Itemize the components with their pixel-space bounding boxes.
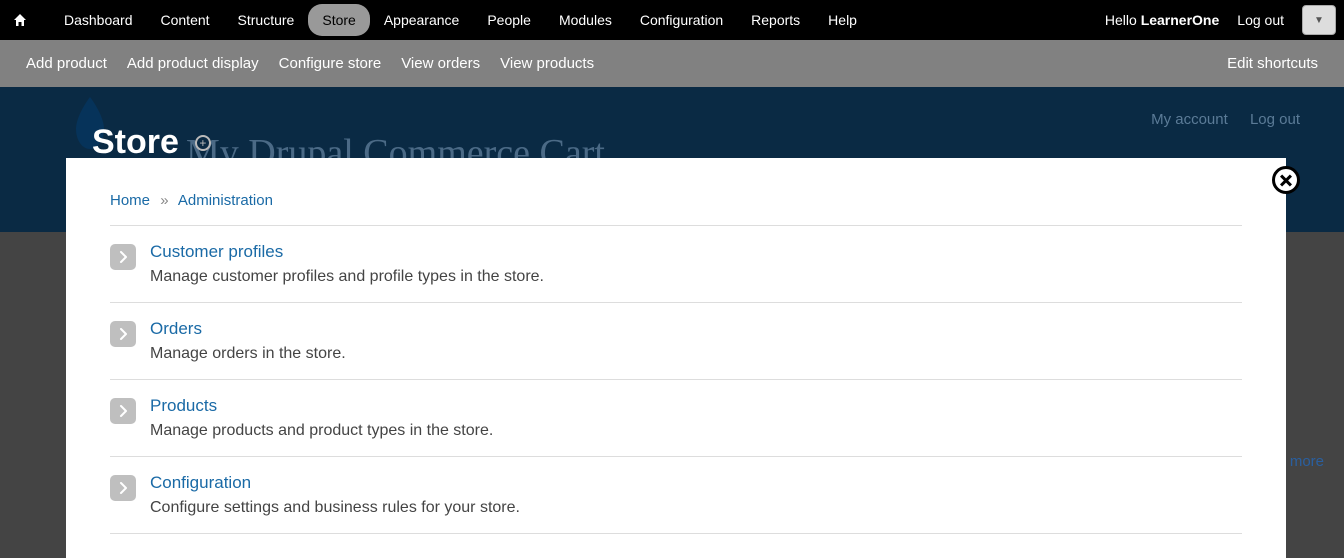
menu-configuration[interactable]: Configuration — [626, 4, 737, 36]
hello-user[interactable]: Hello LearnerOne — [1105, 12, 1237, 28]
breadcrumb: Home » Administration — [110, 192, 1242, 209]
menu-modules[interactable]: Modules — [545, 4, 626, 36]
add-shortcut-icon[interactable]: + — [195, 135, 211, 151]
admin-list: Customer profiles Manage customer profil… — [110, 225, 1242, 534]
list-item: Customer profiles Manage customer profil… — [110, 226, 1242, 303]
shortcut-bar: Add product Add product display Configur… — [0, 40, 1344, 87]
shortcut-view-products[interactable]: View products — [500, 55, 594, 72]
user-links: My account Log out — [1133, 111, 1300, 128]
item-description: Manage customer profiles and profile typ… — [150, 268, 544, 286]
menu-help[interactable]: Help — [814, 4, 871, 36]
my-account-link[interactable]: My account — [1151, 111, 1228, 128]
home-icon[interactable] — [0, 12, 40, 28]
overlay-panel: Home » Administration Customer profiles … — [66, 158, 1286, 558]
item-products[interactable]: Products — [150, 396, 493, 416]
chevron-right-icon[interactable] — [110, 475, 136, 501]
menu-reports[interactable]: Reports — [737, 4, 814, 36]
item-description: Configure settings and business rules fo… — [150, 499, 520, 517]
breadcrumb-home[interactable]: Home — [110, 192, 150, 209]
list-item: Orders Manage orders in the store. — [110, 303, 1242, 380]
shortcut-add-product[interactable]: Add product — [26, 55, 107, 72]
close-icon[interactable] — [1272, 166, 1300, 194]
breadcrumb-administration[interactable]: Administration — [178, 192, 273, 209]
chevron-right-icon[interactable] — [110, 244, 136, 270]
menu-people[interactable]: People — [473, 4, 545, 36]
chevron-right-icon[interactable] — [110, 398, 136, 424]
page-title-wrap: Store + — [92, 123, 211, 162]
page-title: Store — [92, 123, 179, 162]
item-description: Manage products and product types in the… — [150, 422, 493, 440]
menu-store[interactable]: Store — [308, 4, 369, 36]
logout-link[interactable]: Log out — [1237, 12, 1302, 28]
admin-menu-bar: Dashboard Content Structure Store Appear… — [0, 0, 1344, 40]
shortcut-view-orders[interactable]: View orders — [401, 55, 480, 72]
item-orders[interactable]: Orders — [150, 319, 346, 339]
page-region: My Drupal Commerce Cart Store + My accou… — [0, 87, 1344, 558]
menu-content[interactable]: Content — [147, 4, 224, 36]
chevron-right-icon[interactable] — [110, 321, 136, 347]
menu-dashboard[interactable]: Dashboard — [50, 4, 147, 36]
admin-menu-items: Dashboard Content Structure Store Appear… — [40, 4, 871, 36]
menu-structure[interactable]: Structure — [224, 4, 309, 36]
edit-shortcuts-link[interactable]: Edit shortcuts — [1227, 55, 1318, 72]
shortcut-add-product-display[interactable]: Add product display — [127, 55, 259, 72]
item-description: Manage orders in the store. — [150, 345, 346, 363]
menu-appearance[interactable]: Appearance — [370, 4, 474, 36]
logout-link-site[interactable]: Log out — [1250, 111, 1300, 128]
toggle-shortcuts-icon[interactable]: ▼ — [1302, 5, 1336, 35]
shortcut-configure-store[interactable]: Configure store — [279, 55, 382, 72]
item-customer-profiles[interactable]: Customer profiles — [150, 242, 544, 262]
item-configuration[interactable]: Configuration — [150, 473, 520, 493]
breadcrumb-separator: » — [160, 192, 168, 209]
list-item: Products Manage products and product typ… — [110, 380, 1242, 457]
list-item: Configuration Configure settings and bus… — [110, 457, 1242, 534]
